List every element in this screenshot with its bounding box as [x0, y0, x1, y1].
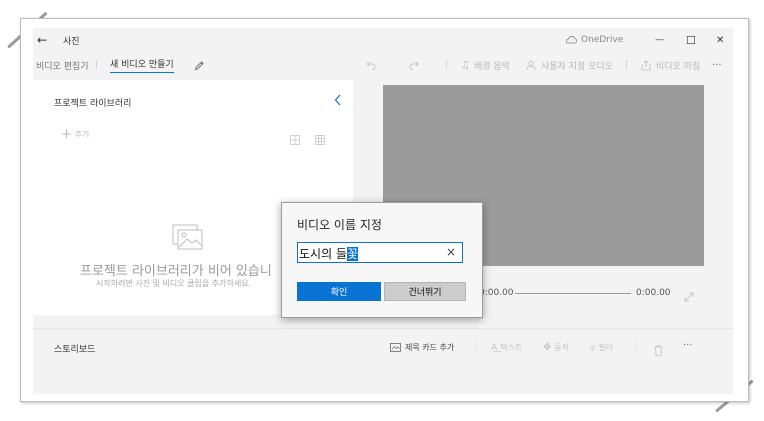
breadcrumb-current[interactable]: 새 비디오 만들기	[110, 52, 174, 78]
redo-button[interactable]	[409, 52, 419, 78]
title-bar: ← 사진 OneDrive — ☐ ✕	[33, 28, 733, 52]
pencil-icon	[194, 60, 204, 70]
finish-video-button[interactable]: 비디오 마침	[641, 52, 700, 78]
ok-button[interactable]: 확인	[297, 282, 381, 301]
storyboard-more-button[interactable]: ···	[683, 340, 693, 351]
skip-button-label: 건너뛰기	[408, 288, 442, 298]
close-window-button[interactable]: ✕	[716, 28, 724, 52]
text-button[interactable]: A͟ 텍스트	[491, 342, 522, 353]
back-arrow-icon: ←	[37, 33, 48, 47]
storyboard-more-icon: ···	[683, 340, 693, 351]
text-label: 텍스트	[500, 343, 523, 352]
chevron-left-icon	[334, 94, 341, 106]
export-icon	[641, 59, 651, 70]
onedrive-label: OneDrive	[581, 35, 624, 45]
redo-icon	[409, 61, 419, 70]
playback-scrubber[interactable]	[515, 293, 631, 294]
storyboard-panel: 스토리보드 제목 카드 추가 | A͟ 텍스트 ✥ 동작 ⍦ 필터 | ···	[33, 328, 733, 394]
video-name-value: 도시의 들꽃	[299, 245, 359, 262]
background-music-label: 배경 음악	[473, 61, 510, 72]
clear-icon: ×	[445, 245, 456, 259]
filter-icon: ⍦	[590, 342, 596, 353]
library-title: 프로젝트 라이브러리	[54, 99, 132, 109]
custom-audio-label: 사용자 지정 오디오	[541, 61, 613, 72]
more-icon: ···	[712, 59, 722, 71]
breadcrumb-current-label: 새 비디오 만들기	[110, 57, 174, 73]
back-button[interactable]: ←	[37, 28, 47, 52]
video-name-selection: 꽃	[346, 247, 359, 261]
storyboard-separator-2: |	[635, 341, 639, 351]
command-separator-2: |	[625, 60, 629, 70]
maximize-icon: ☐	[686, 33, 696, 47]
video-name-input[interactable]: 도시의 들꽃 ×	[297, 242, 463, 263]
minimize-icon: —	[655, 35, 664, 45]
cloud-icon	[565, 36, 577, 44]
close-icon: ✕	[716, 34, 725, 46]
total-time: 0:00.00	[636, 288, 671, 298]
clear-input-button[interactable]: ×	[446, 245, 456, 259]
storyboard-title: 스토리보드	[54, 345, 96, 355]
maximize-button[interactable]: ☐	[686, 28, 696, 52]
expand-icon	[684, 292, 694, 302]
motion-button[interactable]: ✥ 동작	[543, 342, 569, 353]
trash-icon	[654, 345, 663, 356]
title-card-icon	[390, 343, 401, 352]
onedrive-status[interactable]: OneDrive	[565, 28, 623, 52]
skip-button[interactable]: 건너뛰기	[384, 282, 466, 301]
rename-video-dialog: 비디오 이름 지정 도시의 들꽃 × 확인 건너뛰기	[281, 202, 483, 318]
minimize-button[interactable]: —	[655, 28, 664, 52]
filter-label: 필터	[598, 343, 614, 352]
command-separator: |	[445, 60, 449, 70]
undo-icon	[366, 61, 376, 70]
more-options-button[interactable]: ···	[712, 52, 722, 78]
video-name-text: 도시의 들	[299, 247, 347, 261]
dialog-title: 비디오 이름 지정	[297, 218, 382, 232]
command-bar: 비디오 편집기 | 새 비디오 만들기 | ♫ 배경 음악 사용자 지정 오디오…	[33, 52, 733, 78]
grid-view-small-button[interactable]	[315, 130, 325, 149]
empty-library-image-icon	[172, 224, 204, 254]
grid-small-icon	[315, 135, 325, 145]
custom-audio-button[interactable]: 사용자 지정 오디오	[526, 52, 613, 78]
person-audio-icon	[526, 60, 536, 70]
add-media-button[interactable]: + 추가	[61, 126, 90, 142]
plus-icon: +	[61, 126, 72, 142]
add-title-card-label: 제목 카드 추가	[405, 343, 455, 352]
empty-library-subtitle: 시작하려면 사진 및 비디오 클립을 추가하세요.	[96, 279, 252, 288]
music-note-icon: ♫	[461, 59, 470, 71]
motion-icon: ✥	[543, 342, 552, 353]
breadcrumb-separator: |	[95, 60, 99, 70]
grid-large-icon	[290, 135, 300, 145]
add-media-label: 추가	[74, 130, 90, 139]
motion-label: 동작	[554, 343, 570, 352]
finish-video-label: 비디오 마침	[656, 61, 701, 72]
text-icon: A͟	[491, 342, 498, 353]
app-title: 사진	[63, 36, 80, 47]
collapse-library-button[interactable]	[333, 92, 343, 111]
grid-view-large-button[interactable]	[290, 130, 300, 149]
rename-button[interactable]	[194, 52, 205, 78]
filter-button[interactable]: ⍦ 필터	[590, 342, 613, 353]
undo-button[interactable]	[366, 52, 376, 78]
breadcrumb-parent[interactable]: 비디오 편집기	[36, 52, 89, 78]
delete-button[interactable]	[654, 341, 663, 360]
storyboard-separator: |	[474, 341, 478, 351]
background-music-button[interactable]: ♫ 배경 음악	[461, 52, 510, 78]
fullscreen-button[interactable]	[684, 287, 694, 306]
ok-button-label: 확인	[330, 288, 348, 298]
add-title-card-button[interactable]: 제목 카드 추가	[390, 342, 454, 353]
current-time: 0:00.00	[479, 288, 514, 298]
